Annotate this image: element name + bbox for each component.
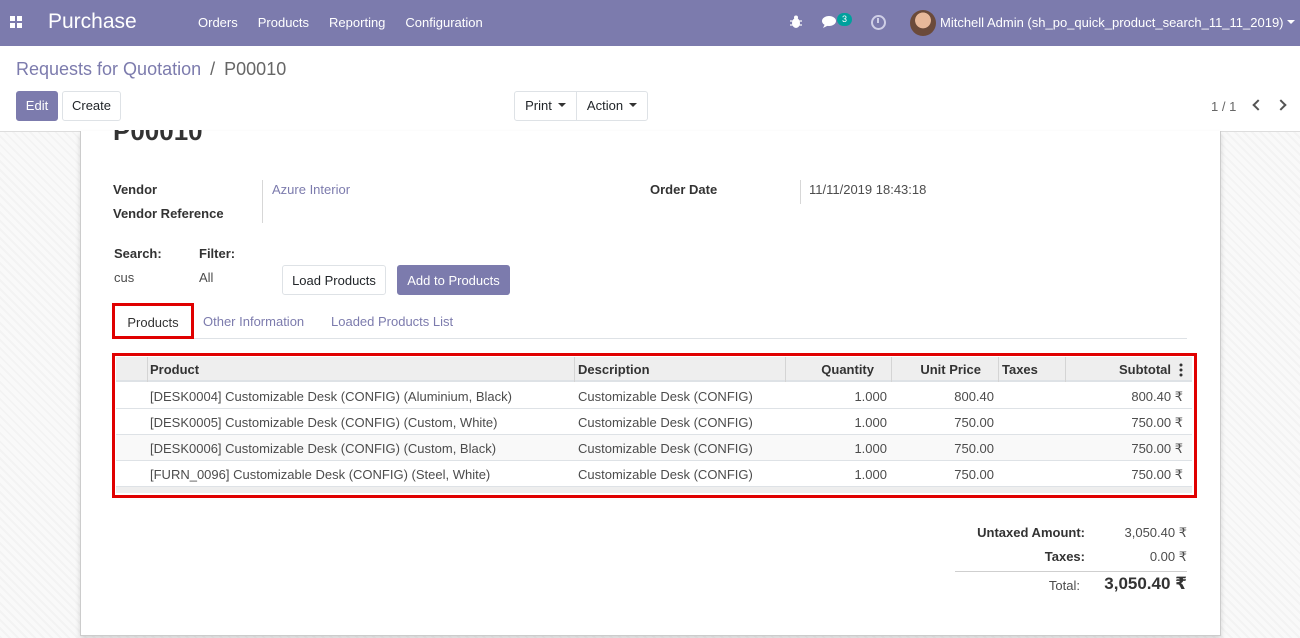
- chevron-down-icon: [629, 102, 638, 107]
- menu-configuration[interactable]: Configuration: [395, 0, 492, 46]
- untaxed-amount-value: 3,050.40 ₹: [1124, 525, 1188, 540]
- chevron-left-icon[interactable]: [1252, 99, 1264, 111]
- load-products-button[interactable]: Load Products: [282, 265, 386, 295]
- activity-clock-icon[interactable]: [871, 15, 886, 30]
- field-separator: [800, 180, 801, 204]
- document-title: P00010: [113, 116, 203, 146]
- menu-reporting[interactable]: Reporting: [319, 0, 395, 46]
- edit-button[interactable]: Edit: [16, 91, 58, 121]
- breadcrumb-requests-link[interactable]: Requests for Quotation: [16, 59, 201, 79]
- app-name[interactable]: Purchase: [48, 10, 137, 34]
- highlight-box-table: [112, 353, 1197, 498]
- vendor-field[interactable]: Azure Interior: [272, 182, 350, 197]
- filter-label: Filter:: [199, 246, 236, 261]
- taxes-label: Taxes:: [1044, 549, 1085, 564]
- chevron-down-icon: [557, 102, 566, 107]
- bug-icon[interactable]: [790, 15, 802, 29]
- add-to-products-button[interactable]: Add to Products: [397, 265, 510, 295]
- field-separator: [262, 180, 263, 223]
- tab-other-information[interactable]: Other Information: [203, 314, 304, 329]
- print-label: Print: [525, 98, 552, 113]
- total-label: Total:: [1048, 578, 1080, 593]
- breadcrumb-current: P00010: [224, 59, 287, 79]
- main-menu: Orders Products Reporting Configuration: [188, 0, 493, 46]
- action-label: Action: [586, 98, 624, 113]
- breadcrumb-separator: /: [210, 59, 216, 79]
- print-dropdown[interactable]: Print: [514, 91, 577, 121]
- total-value: 3,050.40 ₹: [1104, 574, 1187, 593]
- chevron-down-icon[interactable]: [1287, 20, 1295, 24]
- order-date-label: Order Date: [650, 182, 718, 197]
- order-date-field[interactable]: 11/11/2019 18:43:18: [809, 182, 926, 197]
- tabs-divider: [113, 338, 1187, 339]
- apps-menu-icon[interactable]: [10, 16, 22, 28]
- menu-orders[interactable]: Orders: [188, 0, 248, 46]
- breadcrumb: Requests for Quotation / P00010: [16, 59, 286, 80]
- messaging-icon[interactable]: [822, 15, 838, 29]
- pager-value[interactable]: 1 / 1: [1211, 99, 1236, 114]
- chevron-right-icon[interactable]: [1275, 99, 1287, 111]
- action-dropdown[interactable]: Action: [576, 91, 648, 121]
- search-label: Search:: [114, 246, 162, 261]
- top-navbar: Purchase Orders Products Reporting Confi…: [0, 0, 1300, 46]
- menu-products[interactable]: Products: [248, 0, 319, 46]
- highlight-box-tab: [112, 303, 194, 339]
- untaxed-amount-label: Untaxed Amount:: [977, 525, 1085, 540]
- create-button[interactable]: Create: [62, 91, 121, 121]
- tab-loaded-products-list[interactable]: Loaded Products List: [331, 314, 453, 329]
- vendor-reference-label: Vendor Reference: [113, 206, 224, 221]
- filter-field[interactable]: All: [199, 270, 213, 285]
- totals-divider: [955, 571, 1187, 572]
- message-count-badge: 3: [837, 13, 853, 26]
- vendor-label: Vendor: [113, 182, 158, 197]
- user-avatar[interactable]: [910, 10, 936, 36]
- user-menu[interactable]: Mitchell Admin (sh_po_quick_product_sear…: [940, 15, 1284, 30]
- taxes-value: 0.00 ₹: [1149, 549, 1187, 564]
- search-field[interactable]: cus: [114, 270, 134, 285]
